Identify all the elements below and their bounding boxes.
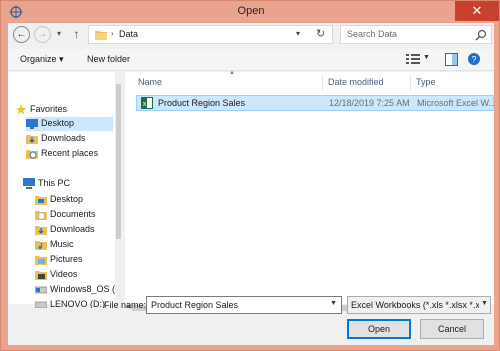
view-options-dropdown-icon[interactable]: ▼ [423, 54, 430, 61]
nav-item-thispc-music[interactable]: Music [35, 238, 113, 252]
nav-item-label: Desktop [41, 118, 75, 128]
file-name-label: File name: [104, 300, 147, 310]
preview-pane-icon[interactable] [445, 53, 458, 66]
nav-item-label: Pictures [50, 254, 83, 264]
nav-item-thispc-windows8-os[interactable]: Windows8_OS (C [35, 283, 115, 297]
organize-label: Organize [20, 54, 57, 64]
chevron-down-icon: ▾ [59, 54, 64, 64]
sort-indicator-icon: ▲ [229, 70, 235, 76]
breadcrumb-separator-icon: › [111, 29, 114, 38]
column-divider[interactable] [322, 74, 323, 90]
downloads-icon [35, 226, 47, 235]
music-icon [35, 241, 47, 250]
scrollbar-thumb[interactable] [116, 84, 121, 239]
nav-item-label: Recent places [41, 148, 99, 158]
help-icon[interactable]: ? [467, 52, 481, 66]
change-view-icon[interactable] [406, 53, 420, 65]
svg-text:?: ? [471, 55, 476, 65]
drive-icon [35, 301, 47, 308]
file-type-filter[interactable]: Excel Workbooks (*.xls *.xlsx *.xl ▼ [347, 296, 491, 314]
nav-item-label: Downloads [41, 133, 86, 143]
nav-this-pc[interactable]: This PC [23, 177, 113, 191]
forward-button[interactable]: → [34, 26, 51, 43]
nav-item-label: Music [50, 239, 74, 249]
search-input[interactable]: Search Data [347, 29, 397, 39]
pictures-icon [35, 256, 47, 265]
folder-icon [35, 196, 47, 205]
nav-item-thispc-pictures[interactable]: Pictures [35, 253, 113, 267]
nav-item-favorites-downloads[interactable]: Downloads [26, 132, 113, 146]
file-name-input[interactable]: Product Region Sales ▼ [146, 296, 342, 314]
nav-item-label: Desktop [50, 194, 84, 204]
chevron-down-icon[interactable]: ▼ [330, 300, 337, 307]
dialog-body: ← → ▾ ↑ › Data ▾ ↻ Search Data Organize … [8, 23, 495, 345]
nav-item-favorites-desktop[interactable]: Desktop [26, 117, 113, 131]
excel-file-icon: x [141, 97, 153, 109]
file-list: ▲ Name Date modified Type x Product Regi… [125, 70, 495, 304]
window-title: Open [237, 5, 265, 17]
recent-locations-button[interactable]: ▾ [54, 26, 64, 43]
refresh-icon[interactable]: ↻ [316, 27, 325, 40]
file-row[interactable]: x Product Region Sales 12/18/2019 7:25 A… [136, 95, 495, 111]
navigation-pane-scrollbar[interactable] [115, 72, 122, 304]
file-name: Product Region Sales [158, 98, 246, 108]
chevron-down-icon: ▾ [56, 29, 61, 38]
nav-item-thispc-desktop[interactable]: Desktop [35, 193, 113, 207]
file-date-modified: 12/18/2019 7:25 AM [329, 98, 410, 108]
nav-item-label: Documents [50, 209, 96, 219]
nav-item-favorites-recent-places[interactable]: Recent places [26, 147, 113, 161]
nav-item-label: Windows8_OS (C [50, 284, 115, 294]
address-bar[interactable]: › Data ▾ ↻ [88, 25, 333, 44]
chevron-down-icon[interactable]: ▼ [481, 300, 488, 307]
address-dropdown-icon[interactable]: ▾ [296, 29, 300, 38]
nav-item-thispc-videos[interactable]: Videos [35, 268, 113, 282]
back-arrow-icon: ← [16, 29, 27, 40]
open-dialog: Open ✕ ← → ▾ ↑ › Data ▾ ↻ Search Data Or… [0, 0, 500, 351]
column-header-type[interactable]: Type [416, 77, 436, 87]
forward-arrow-icon: → [37, 29, 48, 40]
svg-text:x: x [143, 101, 147, 108]
search-box[interactable]: Search Data [340, 25, 492, 44]
column-divider[interactable] [410, 74, 411, 90]
star-icon [15, 104, 27, 115]
title-bar: Open ✕ [1, 1, 500, 23]
nav-item-label: Downloads [50, 224, 95, 234]
up-arrow-icon: ↑ [73, 27, 80, 41]
nav-item-thispc-lenovo[interactable]: LENOVO (D:) [35, 298, 113, 308]
folder-icon [95, 31, 107, 40]
nav-item-label: Videos [50, 269, 78, 279]
desktop-icon [26, 119, 38, 129]
drive-icon [35, 286, 47, 294]
navigation-bar: ← → ▾ ↑ › Data ▾ ↻ Search Data [8, 23, 494, 47]
open-button[interactable]: Open [347, 319, 411, 339]
documents-icon [35, 211, 47, 220]
navigation-pane: Favorites Desktop Downloads Recent place… [8, 72, 122, 308]
search-icon[interactable] [474, 28, 488, 42]
close-button[interactable]: ✕ [455, 1, 499, 21]
videos-icon [35, 271, 47, 280]
nav-item-thispc-documents[interactable]: Documents [35, 208, 113, 222]
back-button[interactable]: ← [13, 26, 30, 43]
cancel-button[interactable]: Cancel [420, 319, 484, 339]
file-name-value: Product Region Sales [151, 300, 239, 310]
close-icon: ✕ [471, 3, 483, 18]
column-header-date-modified[interactable]: Date modified [328, 77, 384, 87]
nav-this-pc-label: This PC [38, 178, 71, 188]
organize-button[interactable]: Organize ▾ [20, 54, 64, 65]
new-folder-button[interactable]: New folder [87, 54, 130, 64]
recent-places-icon [26, 150, 38, 159]
nav-item-label: LENOVO (D:) [50, 299, 106, 308]
column-header-name[interactable]: Name [138, 77, 162, 87]
command-bar: Organize ▾ New folder ▼ ? [8, 49, 494, 71]
computer-icon [23, 178, 35, 189]
nav-favorites-label: Favorites [30, 104, 68, 114]
up-button[interactable]: ↑ [68, 26, 85, 43]
nav-item-thispc-downloads[interactable]: Downloads [35, 223, 113, 237]
nav-favorites[interactable]: Favorites [15, 103, 113, 117]
downloads-icon [26, 135, 38, 144]
breadcrumb-data[interactable]: Data [119, 29, 138, 39]
file-type: Microsoft Excel W... [417, 98, 495, 108]
file-type-filter-value: Excel Workbooks (*.xls *.xlsx *.xl [351, 300, 479, 310]
